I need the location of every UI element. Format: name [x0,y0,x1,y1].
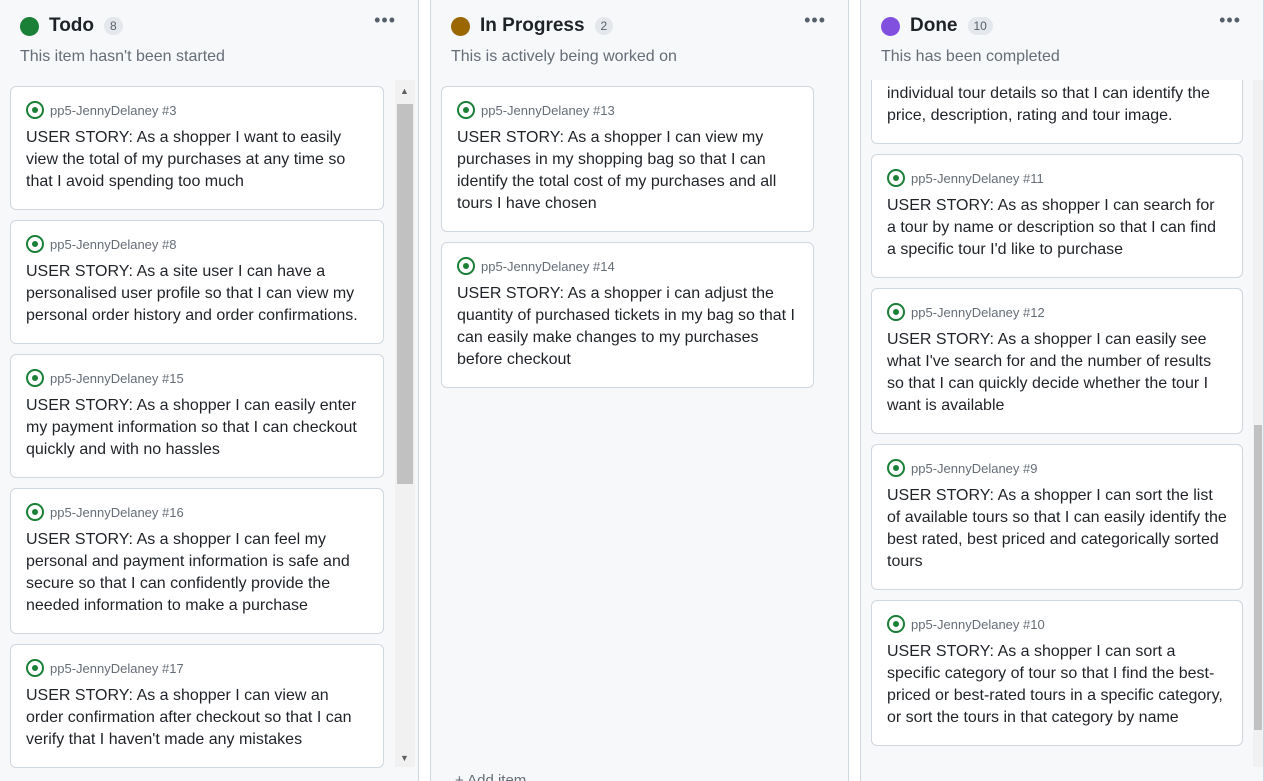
issue-reference[interactable]: pp5-JennyDelaney #14 [481,259,615,274]
more-options-icon[interactable]: ••• [374,10,396,31]
open-issue-icon [887,459,905,477]
column-description: This item hasn't been started [20,48,225,65]
scrollbar[interactable] [1253,80,1263,767]
column-header: Done 10 [881,15,993,37]
issue-title[interactable]: USER STORY: As a shopper I can view my p… [457,127,798,215]
open-issue-icon [26,235,44,253]
scroll-down-icon[interactable]: ▼ [400,753,409,763]
open-issue-icon [26,659,44,677]
open-issue-icon [887,169,905,187]
issue-card[interactable]: pp5-JennyDelaney #13 USER STORY: As a sho… [441,86,814,232]
card-list: USER STORY: As a shopper I can view indi… [871,80,1243,769]
issue-reference[interactable]: pp5-JennyDelaney #3 [50,103,176,118]
issue-card[interactable]: pp5-JennyDelaney #15 USER STORY: As a sho… [10,354,384,478]
open-issue-icon [26,101,44,119]
issue-title[interactable]: USER STORY: As a shopper I can feel my p… [26,529,368,617]
item-count-badge: 2 [594,17,614,35]
column-title: Done [910,15,958,36]
issue-title[interactable]: USER STORY: As a shopper I can easily se… [887,329,1227,417]
issue-title[interactable]: USER STORY: As a shopper I can view indi… [887,80,1227,127]
issue-card[interactable]: pp5-JennyDelaney #17 USER STORY: As a sho… [10,644,384,768]
issue-title[interactable]: USER STORY: As a shopper I can sort a sp… [887,641,1227,729]
issue-reference[interactable]: pp5-JennyDelaney #16 [50,505,184,520]
open-issue-icon [457,101,475,119]
issue-title[interactable]: USER STORY: As a shopper I can sort the … [887,485,1227,573]
issue-card[interactable]: pp5-JennyDelaney #16 USER STORY: As a sho… [10,488,384,634]
status-dot-icon [881,16,900,36]
issue-reference[interactable]: pp5-JennyDelaney #13 [481,103,615,118]
issue-reference[interactable]: pp5-JennyDelaney #8 [50,237,176,252]
issue-title[interactable]: USER STORY: As a shopper I can easily en… [26,395,368,461]
column-title: Todo [49,15,95,36]
issue-reference[interactable]: pp5-JennyDelaney #10 [911,617,1045,632]
issue-title[interactable]: USER STORY: As a shopper i can adjust th… [457,283,798,371]
column-description: This has been completed [881,48,1060,65]
scrollbar-thumb[interactable] [397,104,413,484]
column-description: This is actively being worked on [451,48,677,65]
card-list: pp5-JennyDelaney #3 USER STORY: As a shop… [10,80,384,769]
issue-card[interactable]: pp5-JennyDelaney #9 USER STORY: As a shop… [871,444,1243,590]
issue-reference[interactable]: pp5-JennyDelaney #17 [50,661,184,676]
issue-reference[interactable]: pp5-JennyDelaney #15 [50,371,184,386]
issue-card[interactable]: pp5-JennyDelaney #11 USER STORY: As as sh… [871,154,1243,278]
open-issue-icon [887,615,905,633]
item-count-badge: 10 [967,17,993,35]
issue-title[interactable]: USER STORY: As as shopper I can search f… [887,195,1227,261]
scroll-up-icon[interactable]: ▲ [400,86,409,96]
column-header: Todo 8 [20,15,123,37]
card-list: pp5-JennyDelaney #13 USER STORY: As a sho… [441,80,814,769]
open-issue-icon [457,257,475,275]
issue-card[interactable]: pp5-JennyDelaney #10 USER STORY: As a sho… [871,600,1243,746]
scrollbar[interactable]: ▲ ▼ [395,80,415,767]
open-issue-icon [26,503,44,521]
status-dot-icon [451,16,470,36]
issue-card[interactable]: pp5-JennyDelaney #3 USER STORY: As a shop… [10,86,384,210]
issue-card[interactable]: pp5-JennyDelaney #8 USER STORY: As a site… [10,220,384,344]
item-count-badge: 8 [104,17,123,35]
issue-reference[interactable]: pp5-JennyDelaney #12 [911,305,1045,320]
issue-title[interactable]: USER STORY: As a shopper I can view an o… [26,685,368,751]
issue-title[interactable]: USER STORY: As a site user I can have a … [26,261,368,327]
status-dot-icon [20,16,39,36]
open-issue-icon [26,369,44,387]
column-done: Done 10 ••• This has been completed USER… [860,0,1264,781]
more-options-icon[interactable]: ••• [804,10,826,31]
scrollbar-thumb[interactable] [1254,425,1262,730]
column-todo: Todo 8 ••• This item hasn't been started… [0,0,419,781]
issue-card[interactable]: pp5-JennyDelaney #14 USER STORY: As a sho… [441,242,814,388]
issue-title[interactable]: USER STORY: As a shopper I want to easil… [26,127,368,193]
column-title: In Progress [480,15,585,36]
issue-card[interactable]: pp5-JennyDelaney #12 USER STORY: As a sho… [871,288,1243,434]
issue-card[interactable]: USER STORY: As a shopper I can view indi… [871,80,1243,144]
column-header: In Progress 2 [451,15,614,37]
open-issue-icon [887,303,905,321]
column-in-progress: In Progress 2 ••• This is actively being… [430,0,849,781]
issue-reference[interactable]: pp5-JennyDelaney #9 [911,461,1037,476]
issue-reference[interactable]: pp5-JennyDelaney #11 [911,171,1044,186]
add-item-button[interactable]: + Add item [455,772,526,781]
more-options-icon[interactable]: ••• [1219,10,1241,31]
